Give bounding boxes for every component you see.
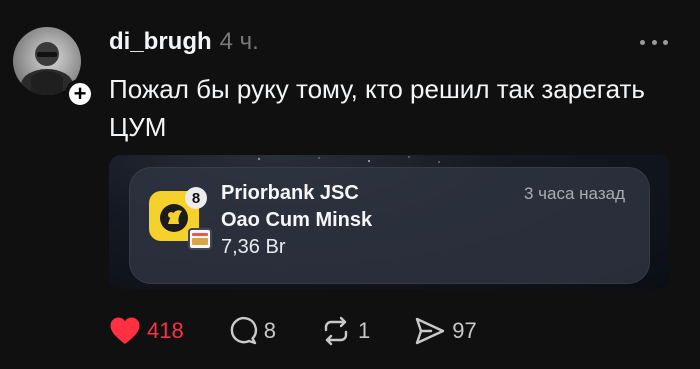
username-link[interactable]: di_brugh [109,28,212,56]
repost-icon [324,316,348,346]
comment-icon [230,316,257,345]
repost-count: 1 [357,318,371,343]
notification-merchant: Oao Cum Minsk [221,209,373,231]
reply-button[interactable]: 8 [228,316,276,346]
share-button[interactable]: 97 [414,316,477,346]
notification-title: Priorbank JSC [221,182,359,204]
send-icon [416,317,445,345]
wallet-icon [188,228,212,250]
like-button[interactable]: 418 [109,316,184,346]
notification-count-badge: 8 [185,187,207,209]
post-timestamp: 4 ч. [219,28,259,55]
notification-time: 3 часа назад [524,184,625,203]
share-count: 97 [452,318,477,343]
post-header: di_brugh 4 ч. [109,28,259,60]
notification-amount: 7,36 Br [221,236,286,258]
more-dot [663,39,668,45]
more-dot [651,39,657,45]
avatar-container[interactable]: + [13,27,95,109]
more-dot [640,39,645,45]
bank-notification[interactable]: 8 Priorbank JSC 3 часа назад Oao Cum Min… [129,167,650,284]
post-image[interactable]: 8 Priorbank JSC 3 часа назад Oao Cum Min… [109,155,670,289]
more-options-icon[interactable] [640,34,668,50]
reply-count: 8 [263,318,276,343]
heart-icon [110,317,140,344]
like-count: 418 [147,318,184,343]
follow-plus-icon[interactable]: + [65,79,95,109]
post-actions: 418 8 1 97 [109,313,521,349]
repost-button[interactable]: 1 [320,316,370,346]
post-text: Пожал бы руку тому, кто решил так зарега… [109,74,645,142]
